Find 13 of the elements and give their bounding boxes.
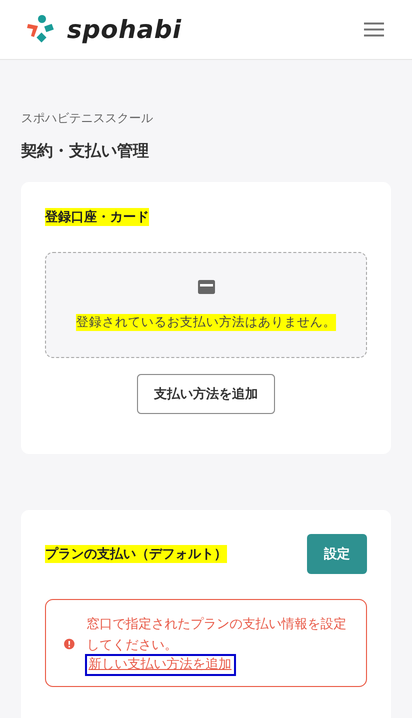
- add-payment-button[interactable]: 支払い方法を追加: [137, 374, 275, 414]
- section-title: プランの支払い（デフォルト）: [45, 545, 227, 563]
- school-name: スポハビテニススクール: [21, 110, 154, 127]
- page-title: 契約・支払い管理: [21, 141, 150, 162]
- logo-text: spohabi: [67, 15, 182, 44]
- alert-icon: [64, 637, 75, 651]
- add-payment-link[interactable]: 新しい支払い方法を追加: [86, 656, 234, 674]
- empty-message: 登録されているお支払い方法はありません。: [76, 314, 336, 330]
- card-icon: [198, 280, 214, 294]
- menu-icon[interactable]: [364, 22, 384, 37]
- settings-button[interactable]: 設定: [307, 534, 367, 574]
- alert-message: 窓口で指定されたプランの支払い情報を設定してください。: [86, 616, 348, 655]
- section-title: 登録口座・カード: [45, 208, 149, 226]
